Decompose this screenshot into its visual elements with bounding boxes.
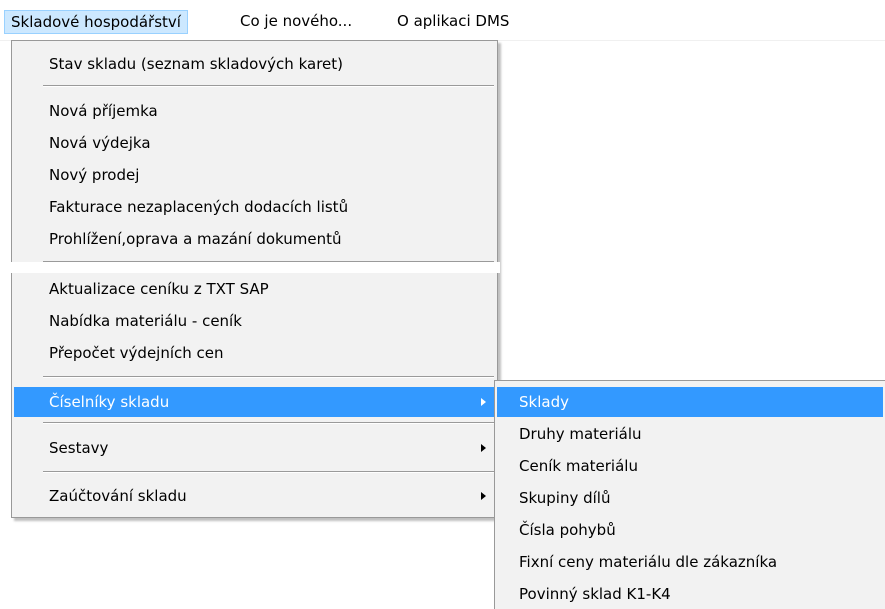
menu-separator [43,471,494,473]
submenu-item-cenik-materialu[interactable]: Ceník materiálu [497,451,883,481]
skladove-hospodarstvi-menu: Stav skladu (seznam skladových karet) No… [11,40,498,518]
menu-item-ciselniky-skladu[interactable]: Číselníky skladu [14,387,495,417]
menu-item-label: Sestavy [49,439,109,457]
menu-item-aktualizace-ceniku[interactable]: Aktualizace ceníku z TXT SAP [14,274,495,304]
menu-item-nabidka-materialu[interactable]: Nabídka materiálu - ceník [14,306,495,336]
render-glitch-strip [0,262,500,273]
submenu-item-label: Ceník materiálu [519,457,638,475]
submenu-item-cisla-pohybu[interactable]: Čísla pohybů [497,515,883,545]
submenu-item-druhy-materialu[interactable]: Druhy materiálu [497,419,883,449]
submenu-item-povinny-sklad[interactable]: Povinný sklad K1-K4 [497,579,883,609]
menu-item-label: Číselníky skladu [49,393,170,411]
submenu-item-label: Čísla pohybů [519,521,616,539]
menu-item-label: Nabídka materiálu - ceník [49,312,242,330]
menu-item-label: Stav skladu (seznam skladových karet) [49,55,343,73]
submenu-item-label: Povinný sklad K1-K4 [519,585,671,603]
menu-item-label: Nová výdejka [49,134,151,152]
menu-item-label: Nový prodej [49,166,140,184]
menu-item-nova-prijemka[interactable]: Nová příjemka [14,96,495,126]
menu-item-fakturace[interactable]: Fakturace nezaplacených dodacích listů [14,192,495,222]
menu-item-label: Prohlížení,oprava a mazání dokumentů [49,230,342,248]
submenu-item-label: Fixní ceny materiálu dle zákazníka [519,553,778,571]
submenu-item-label: Druhy materiálu [519,425,642,443]
menu-item-label: Fakturace nezaplacených dodacích listů [49,198,349,216]
submenu-item-skupiny-dilu[interactable]: Skupiny dílů [497,483,883,513]
menubar-item-skladove-hospodarstvi[interactable]: Skladové hospodářství [4,10,188,34]
submenu-item-fixni-ceny[interactable]: Fixní ceny materiálu dle zákazníka [497,547,883,577]
menubar-item-o-aplikaci[interactable]: O aplikaci DMS [391,10,515,34]
submenu-item-label: Skupiny dílů [519,489,611,507]
menu-item-novy-prodej[interactable]: Nový prodej [14,160,495,190]
submenu-item-label: Sklady [519,393,569,411]
menu-item-prohlizeni[interactable]: Prohlížení,oprava a mazání dokumentů [14,224,495,254]
menu-separator [43,85,494,87]
submenu-arrow-icon [481,492,486,500]
submenu-arrow-icon [481,444,486,452]
menu-item-label: Přepočet výdejních cen [49,344,224,362]
menu-separator [43,422,494,424]
menu-separator [43,376,494,378]
submenu-arrow-icon [481,398,486,406]
menu-item-stav-skladu[interactable]: Stav skladu (seznam skladových karet) [14,49,495,79]
menu-item-label: Aktualizace ceníku z TXT SAP [49,280,269,298]
ciselniky-skladu-submenu: Sklady Druhy materiálu Ceník materiálu S… [494,380,885,609]
menu-item-prepocet-cen[interactable]: Přepočet výdejních cen [14,338,495,368]
menu-item-nova-vydejka[interactable]: Nová výdejka [14,128,495,158]
menu-item-label: Zaúčtování skladu [49,487,187,505]
submenu-item-sklady[interactable]: Sklady [497,387,883,417]
menubar-item-co-je-noveho[interactable]: Co je nového... [234,10,358,34]
menu-item-zauctovani-skladu[interactable]: Zaúčtování skladu [14,481,495,511]
menu-item-label: Nová příjemka [49,102,158,120]
menu-item-sestavy[interactable]: Sestavy [14,433,495,463]
menu-bar: Skladové hospodářství Co je nového... O … [0,0,885,41]
